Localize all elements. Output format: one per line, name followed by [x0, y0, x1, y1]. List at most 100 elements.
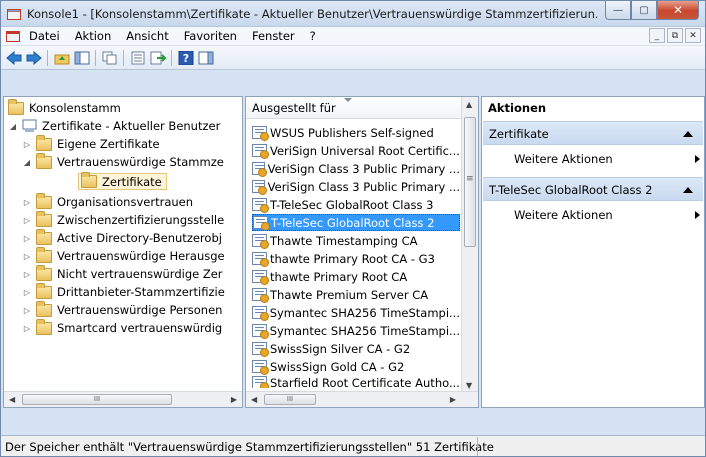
list-item[interactable]: VeriSign Class 3 Public Primary ... — [252, 160, 460, 177]
collapsed-triangle-icon[interactable]: ▷ — [22, 140, 32, 149]
list-item[interactable]: thawte Primary Root CA - G3 — [252, 250, 460, 267]
menu-aktion[interactable]: Aktion — [75, 29, 112, 43]
submenu-arrow-icon — [695, 211, 700, 219]
show-hide-action-pane-button[interactable] — [197, 49, 215, 67]
list-item[interactable]: VeriSign Universal Root Certific... — [252, 142, 460, 159]
tree-item-eigene-zertifikate[interactable]: ▷ Eigene Zertifikate — [22, 134, 160, 153]
list-item[interactable]: Thawte Premium Server CA — [252, 286, 460, 303]
up-folder-button[interactable] — [53, 49, 71, 67]
list-vertical-scrollbar[interactable]: ▲ ≡ ▼ — [461, 97, 478, 393]
collapsed-triangle-icon[interactable]: ▷ — [22, 198, 32, 207]
back-button[interactable] — [5, 49, 23, 67]
column-header-ausgestellt-fuer[interactable]: Ausgestellt für — [246, 97, 462, 119]
action-group-zertifikate[interactable]: Zertifikate — [483, 121, 703, 145]
collapsed-triangle-icon[interactable]: ▷ — [22, 288, 32, 297]
show-hide-tree-button[interactable] — [73, 49, 91, 67]
collapsed-triangle-icon[interactable]: ▷ — [22, 216, 32, 225]
scroll-thumb[interactable]: III — [22, 394, 172, 405]
copy-icon — [102, 51, 117, 65]
tree-horizontal-scrollbar[interactable]: ◀ III ▶ — [4, 391, 242, 407]
collapsed-triangle-icon[interactable]: ▷ — [22, 324, 32, 333]
list-item-selected[interactable]: T-TeleSec GlobalRoot Class 2 — [252, 214, 460, 231]
list-item[interactable]: Starfield Root Certificate Autho... — [252, 376, 460, 388]
scroll-down-icon[interactable]: ▼ — [466, 381, 472, 390]
mdi-restore-button[interactable]: ⧉ — [667, 28, 683, 43]
tree-item-smartcard[interactable]: ▷ Smartcard vertrauenswürdig — [22, 318, 222, 337]
maximize-button[interactable]: ▢ — [631, 1, 657, 20]
tree-item-zertifikate-selected[interactable]: Zertifikate — [78, 172, 167, 190]
certificate-icon — [252, 270, 269, 285]
collapsed-triangle-icon[interactable]: ▷ — [22, 252, 32, 261]
scroll-thumb[interactable]: III — [264, 394, 316, 405]
collapse-up-icon[interactable] — [683, 187, 693, 193]
tree-item-nicht-vertrauenswuerdige[interactable]: ▷ Nicht vertrauenswürdige Zer — [22, 264, 223, 283]
menu-ansicht[interactable]: Ansicht — [126, 29, 168, 43]
collapsed-triangle-icon[interactable]: ▷ — [22, 270, 32, 279]
scroll-left-icon[interactable]: ◀ — [9, 395, 15, 404]
properties-button[interactable] — [129, 49, 147, 67]
folder-icon — [36, 282, 52, 299]
toolbar-separator — [123, 50, 124, 66]
tree-item-organisationsvertrauen[interactable]: ▷ Organisationsvertrauen — [22, 192, 193, 211]
list-item[interactable]: Symantec SHA256 TimeStampi... — [252, 322, 460, 339]
certificate-list-pane[interactable]: Ausgestellt für WSUS Publishers Self-sig… — [245, 96, 479, 408]
menu-help[interactable]: ? — [310, 29, 316, 43]
export-button[interactable] — [149, 49, 167, 67]
folder-icon — [36, 246, 52, 263]
folder-icon — [81, 172, 97, 188]
list-horizontal-scrollbar[interactable]: ◀ III ▶ — [246, 391, 478, 407]
expanded-triangle-icon[interactable]: ◢ — [22, 158, 32, 167]
mmc-app-icon — [7, 9, 21, 20]
document-system-menu-icon[interactable] — [6, 29, 20, 43]
scroll-right-icon[interactable]: ▶ — [450, 395, 456, 404]
list-item[interactable]: SwissSign Silver CA - G2 — [252, 340, 460, 357]
action-weitere-aktionen-1[interactable]: Weitere Aktionen — [514, 149, 700, 169]
grip-icon: ≡ — [466, 174, 474, 184]
scroll-thumb[interactable]: ≡ — [464, 117, 476, 247]
certificate-icon — [252, 252, 269, 267]
minimize-button[interactable]: — — [605, 1, 631, 20]
certificate-icon — [252, 234, 269, 249]
collapsed-triangle-icon[interactable]: ▷ — [22, 306, 32, 315]
toolbar: ? — [1, 46, 705, 70]
tree-item-vertrauenswuerdige-herausgeber[interactable]: ▷ Vertrauenswürdige Herausge — [22, 246, 225, 265]
minimize-icon: — — [613, 4, 623, 16]
list-item[interactable]: T-TeleSec GlobalRoot Class 3 — [252, 196, 460, 213]
console-tree-pane[interactable]: Konsolenstamm ◢ Zertifikate - Aktueller … — [3, 96, 243, 408]
menu-favoriten[interactable]: Favoriten — [184, 29, 237, 43]
mdi-minimize-button[interactable]: _ — [649, 28, 665, 43]
toolbar-separator — [95, 50, 96, 66]
help-button[interactable]: ? — [177, 49, 195, 67]
title-bar[interactable]: Konsole1 - [Konsolenstamm\Zertifikate - … — [1, 1, 705, 27]
list-item[interactable]: thawte Primary Root CA — [252, 268, 460, 285]
tree-item-vertrauenswuerdige-stamm[interactable]: ◢ Vertrauenswürdige Stammze — [22, 152, 224, 171]
folder-icon — [36, 152, 52, 169]
list-item[interactable]: Symantec SHA256 TimeStampi... — [252, 304, 460, 321]
up-folder-icon — [54, 54, 70, 65]
menu-fenster[interactable]: Fenster — [252, 29, 295, 43]
collapse-up-icon[interactable] — [683, 131, 693, 137]
close-button[interactable]: ✕ — [657, 1, 699, 20]
action-weitere-aktionen-2[interactable]: Weitere Aktionen — [514, 205, 700, 225]
scroll-up-icon[interactable]: ▲ — [466, 100, 472, 109]
actions-title: Aktionen — [488, 101, 547, 115]
tree-item-zwischenzertifizierung[interactable]: ▷ Zwischenzertifizierungsstelle — [22, 210, 224, 229]
tree-item-konsolenstamm[interactable]: Konsolenstamm — [8, 98, 121, 117]
expanded-triangle-icon[interactable]: ◢ — [8, 122, 18, 131]
tree-item-zertifikate-benutzer[interactable]: ◢ Zertifikate - Aktueller Benutzer — [8, 117, 220, 135]
tree-item-vertrauenswuerdige-personen[interactable]: ▷ Vertrauenswürdige Personen — [22, 300, 222, 319]
scroll-right-icon[interactable]: ▶ — [231, 395, 237, 404]
scroll-left-icon[interactable]: ◀ — [251, 395, 257, 404]
menu-datei[interactable]: Datei — [29, 29, 60, 43]
list-item[interactable]: VeriSign Class 3 Public Primary ... — [252, 178, 460, 195]
action-group-t-telesec[interactable]: T-TeleSec GlobalRoot Class 2 — [483, 177, 703, 201]
mdi-close-button[interactable]: ✕ — [685, 28, 701, 43]
collapsed-triangle-icon[interactable]: ▷ — [22, 234, 32, 243]
copy-button[interactable] — [101, 49, 119, 67]
forward-button[interactable] — [25, 49, 43, 67]
tree-item-active-directory[interactable]: ▷ Active Directory-Benutzerobj — [22, 228, 222, 247]
list-item[interactable]: Thawte Timestamping CA — [252, 232, 460, 249]
list-item[interactable]: WSUS Publishers Self-signed — [252, 124, 460, 141]
list-item[interactable]: SwissSign Gold CA - G2 — [252, 358, 460, 375]
tree-item-drittanbieter[interactable]: ▷ Drittanbieter-Stammzertifizie — [22, 282, 225, 301]
